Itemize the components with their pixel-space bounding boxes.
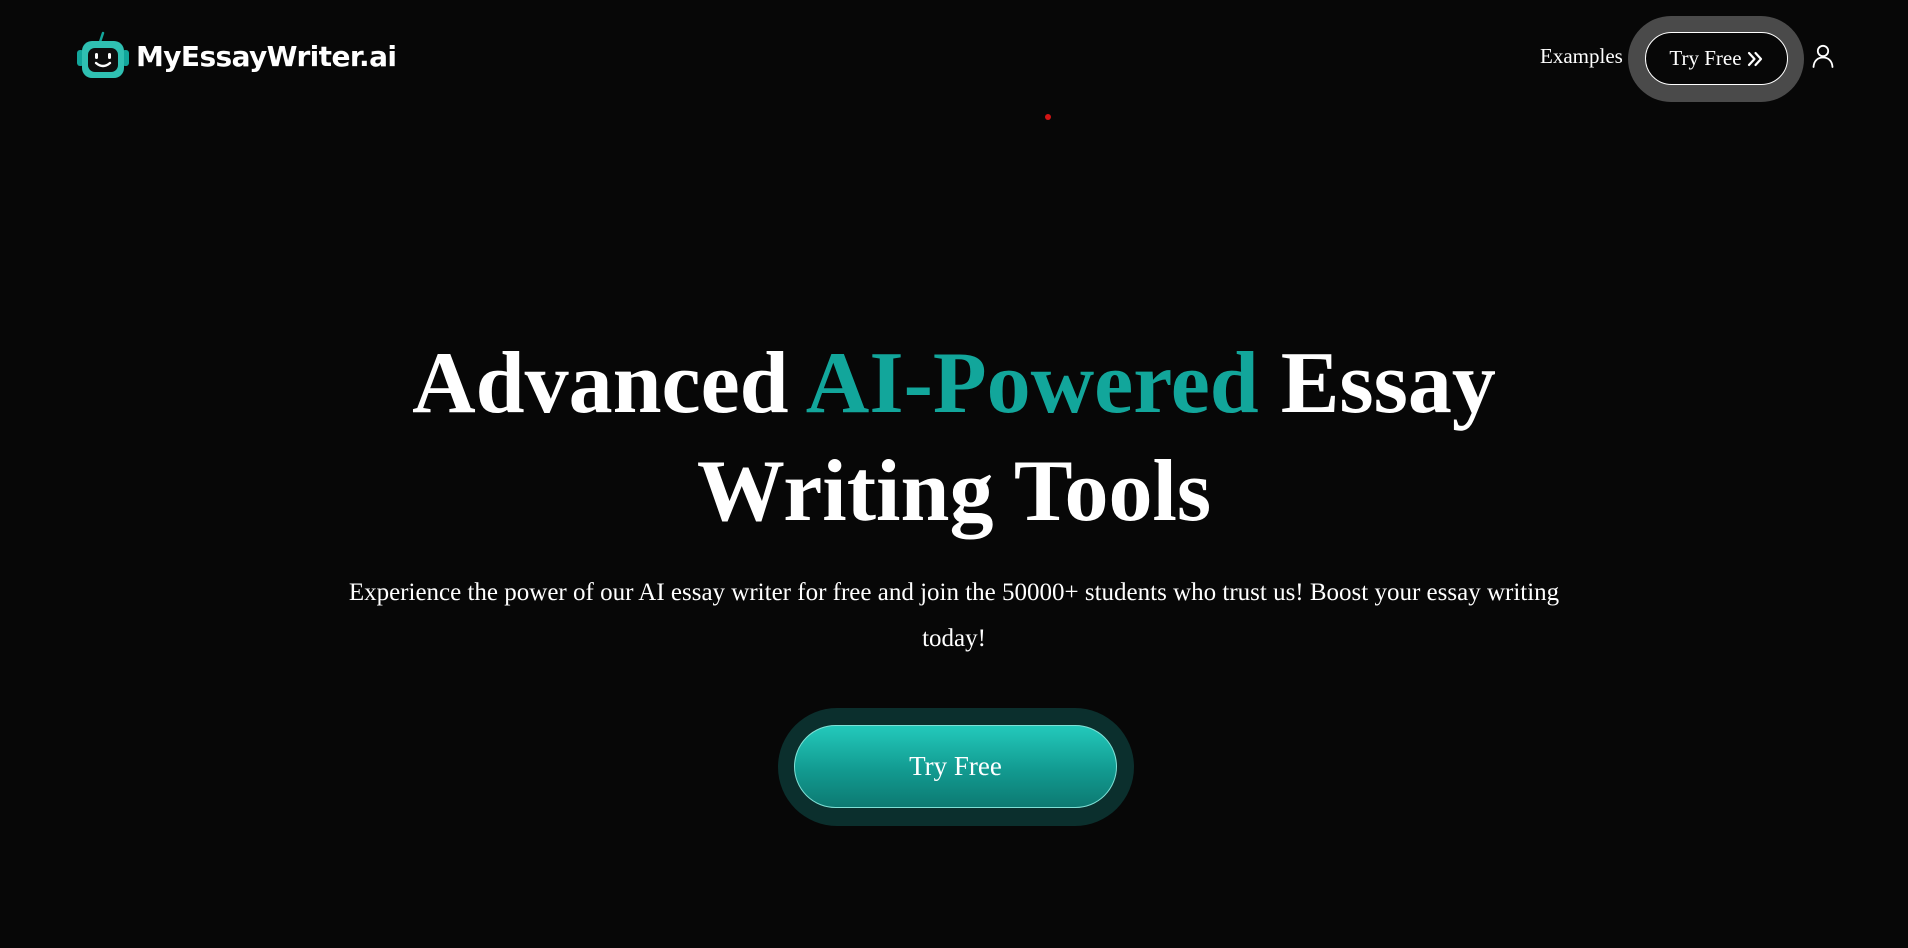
nav-try-free-button[interactable]: Try Free [1645, 32, 1788, 85]
hero-title-accent: AI-Powered [805, 335, 1259, 432]
brand-logo-link[interactable]: MyEssayWriter.ai [76, 30, 397, 82]
hero-subtitle: Experience the power of our AI essay wri… [348, 579, 1560, 652]
hero-title-tail: Essay [1280, 335, 1496, 432]
landing-page: MyEssayWriter.ai Examples Try Free Advan… [0, 0, 1908, 948]
nav-examples-link[interactable]: Examples [1540, 44, 1623, 69]
hero-title: Advanced AI-Powered Essay Writing Tools [0, 330, 1908, 546]
indicator-dot [1045, 114, 1051, 120]
hero-try-free-button[interactable]: Try Free [794, 725, 1117, 808]
robot-head-logo-icon [77, 31, 129, 78]
hero-title-lead: Advanced [412, 335, 789, 432]
user-icon[interactable] [1812, 44, 1834, 68]
nav-try-free-label: Try Free [1669, 46, 1742, 70]
double-chevron-right-icon [1747, 51, 1762, 66]
brand-name: MyEssayWriter.ai [136, 39, 397, 73]
hero-title-line2: Writing Tools [696, 443, 1212, 540]
